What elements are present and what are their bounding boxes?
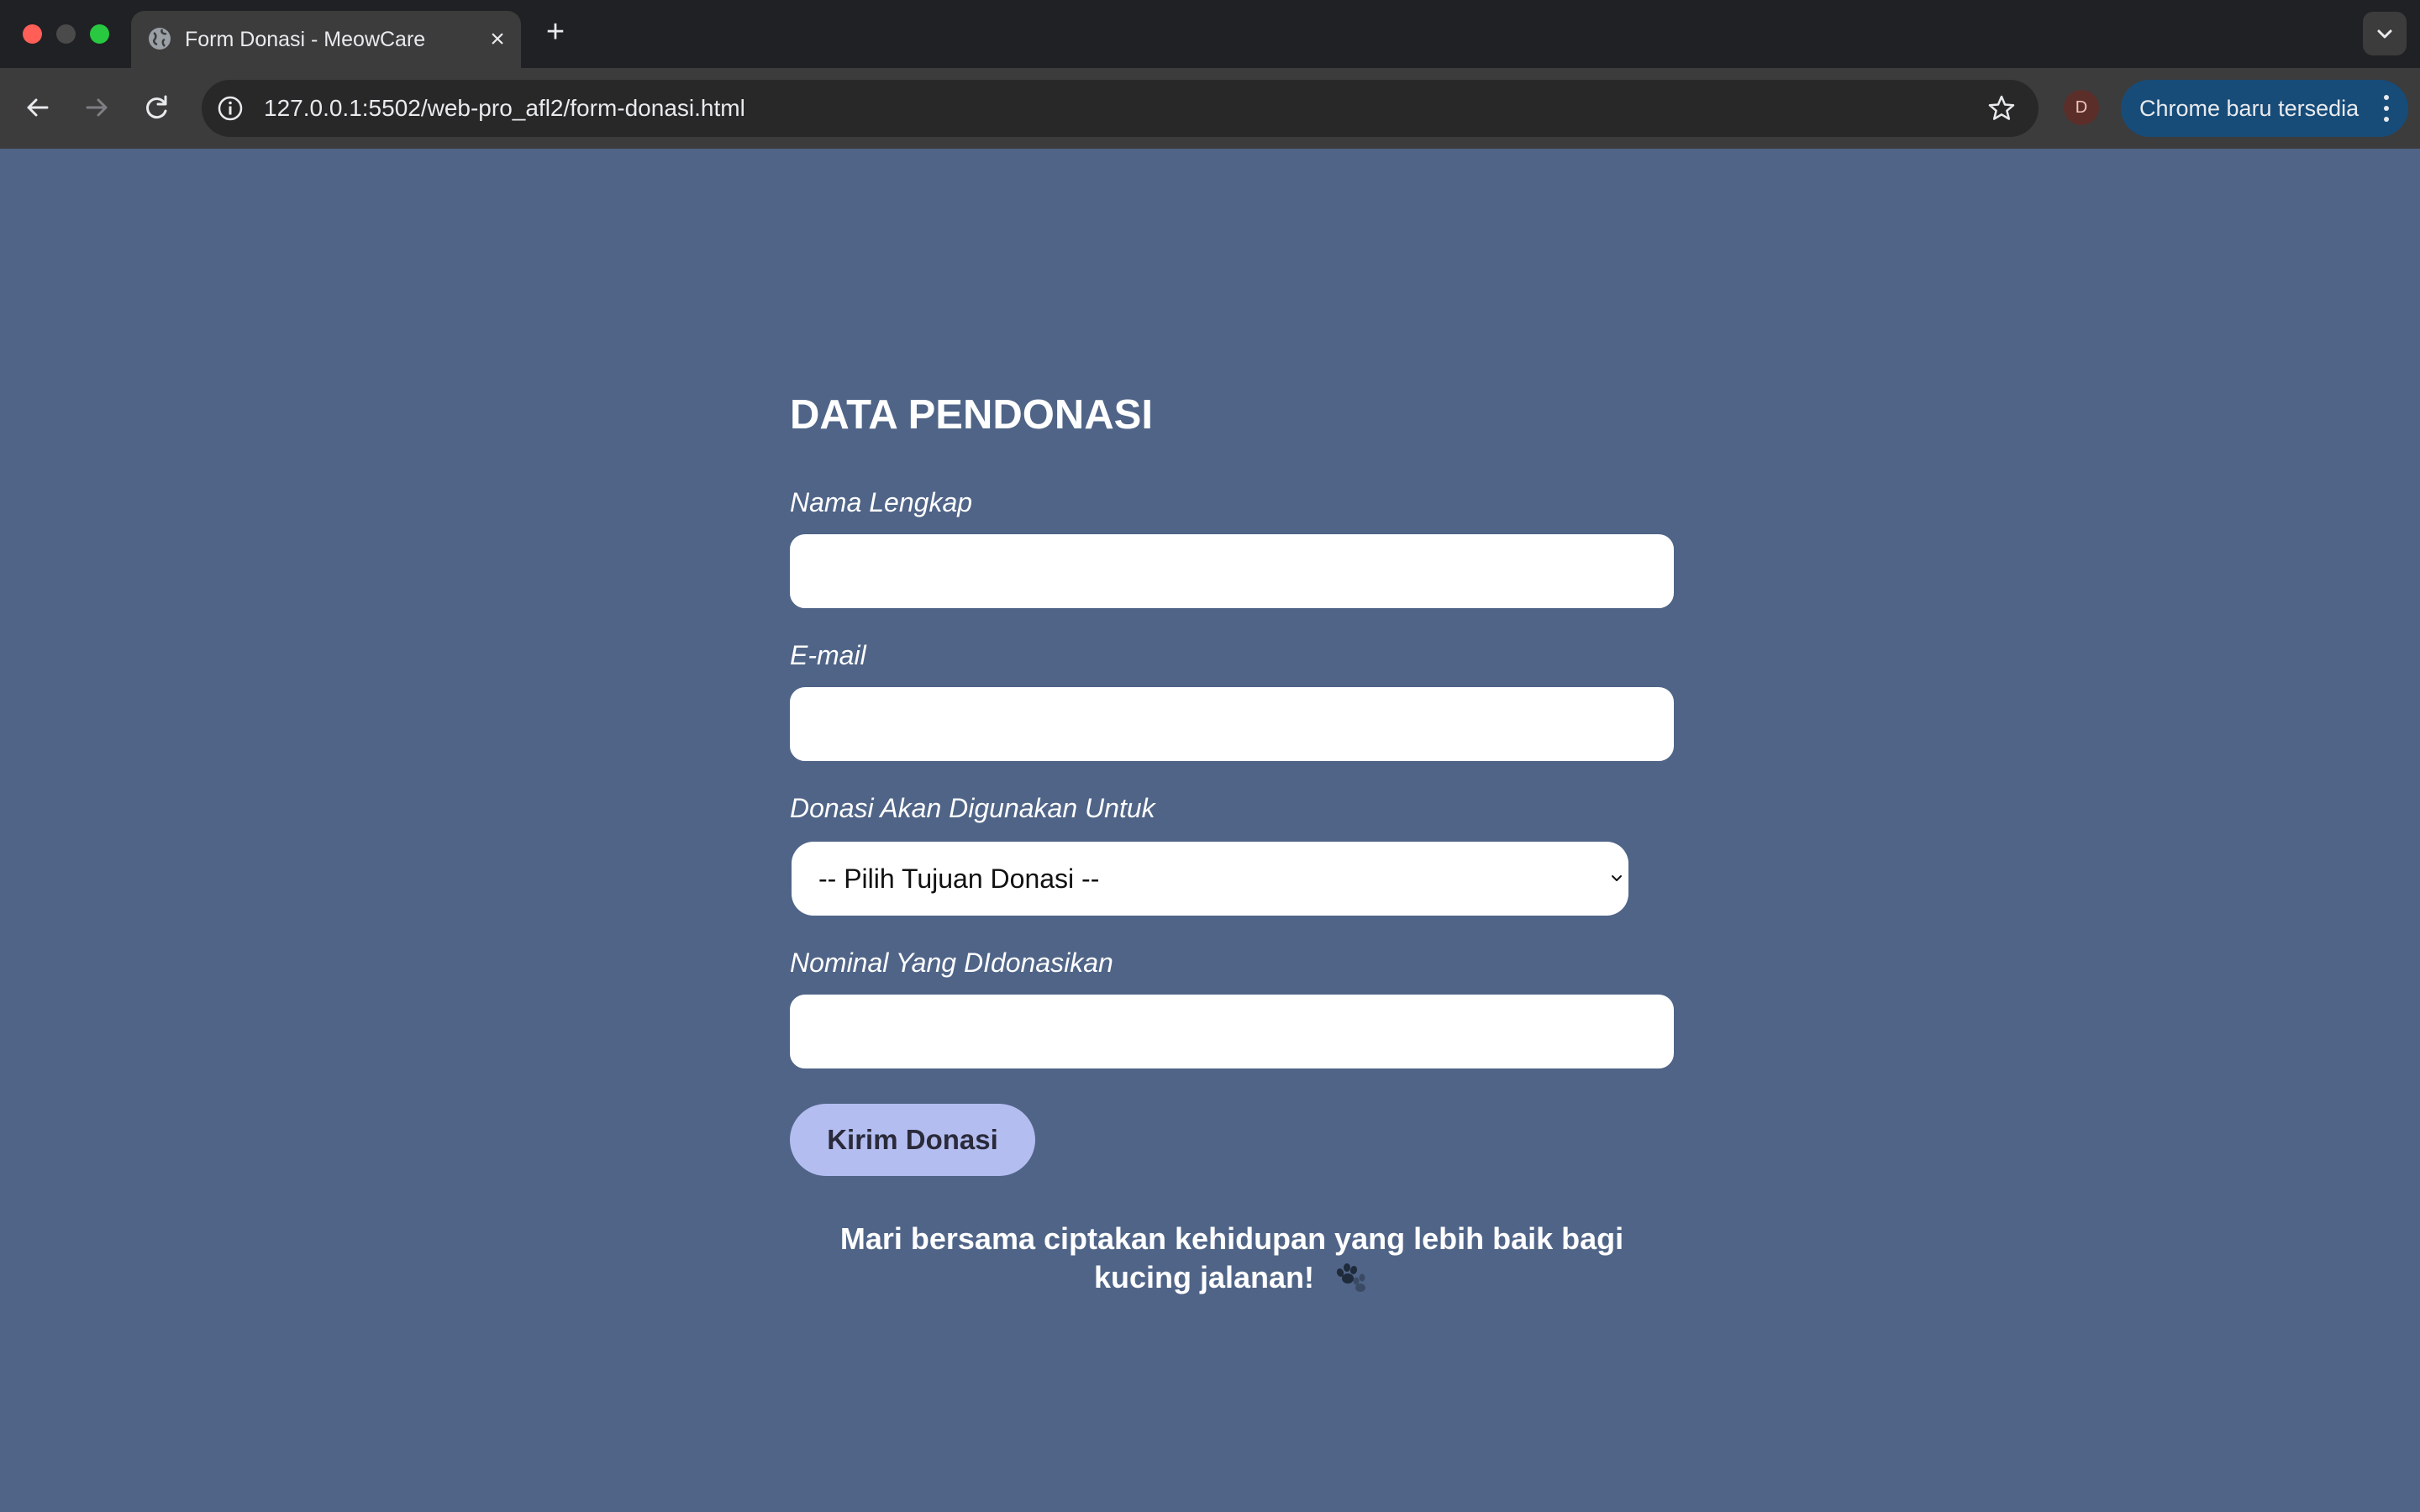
reload-icon[interactable] <box>136 87 178 129</box>
address-url: 127.0.0.1:5502/web-pro_afl2/form-donasi.… <box>264 95 745 121</box>
more-menu-icon[interactable] <box>2383 95 2390 122</box>
window-maximize-button[interactable] <box>90 24 109 44</box>
window-close-button[interactable] <box>23 24 42 44</box>
full-name-input[interactable] <box>790 534 1674 608</box>
globe-icon <box>149 28 171 50</box>
tab-title: Form Donasi - MeowCare <box>185 28 426 51</box>
tab-close-icon[interactable]: × <box>486 27 509 52</box>
tagline-text: Mari bersama ciptakan kehidupan yang leb… <box>790 1220 1674 1297</box>
tab-search-button[interactable] <box>2363 12 2407 55</box>
donation-amount-input[interactable] <box>790 995 1674 1068</box>
window-minimize-button[interactable] <box>56 24 76 44</box>
paw-icon <box>1333 1263 1370 1296</box>
new-tab-button[interactable]: + <box>540 16 571 48</box>
site-info-icon[interactable] <box>215 93 245 123</box>
chevron-down-icon <box>2377 29 2392 39</box>
donation-amount-label: Nominal Yang DIdonasikan <box>790 948 1113 978</box>
submit-donation-label: Kirim Donasi <box>827 1124 998 1155</box>
chrome-update-label: Chrome baru tersedia <box>2139 96 2360 121</box>
browser-toolbar: 127.0.0.1:5502/web-pro_afl2/form-donasi.… <box>0 68 2420 149</box>
form-title: DATA PENDONASI <box>790 392 1153 438</box>
browser-tab-strip: Form Donasi - MeowCare × + <box>0 0 2420 68</box>
submit-donation-button[interactable]: Kirim Donasi <box>790 1104 1035 1176</box>
tagline-label: Mari bersama ciptakan kehidupan yang leb… <box>839 1221 1624 1294</box>
back-arrow-icon[interactable] <box>17 87 59 129</box>
full-name-label: Nama Lengkap <box>790 487 973 517</box>
chevron-down-icon <box>1612 875 1622 881</box>
email-input[interactable] <box>790 687 1674 761</box>
donation-purpose-label: Donasi Akan Digunakan Untuk <box>790 793 1155 823</box>
address-bar[interactable]: 127.0.0.1:5502/web-pro_afl2/form-donasi.… <box>202 80 2039 137</box>
bookmark-star-icon[interactable] <box>1986 93 2017 123</box>
profile-avatar[interactable]: D <box>2064 90 2099 125</box>
forward-arrow-icon[interactable] <box>76 87 118 129</box>
email-label: E-mail <box>790 640 866 670</box>
browser-tab[interactable]: Form Donasi - MeowCare × <box>131 11 521 68</box>
donation-purpose-selected: -- Pilih Tujuan Donasi -- <box>818 864 1100 894</box>
chrome-update-button[interactable]: Chrome baru tersedia <box>2121 80 2408 137</box>
donation-purpose-select[interactable]: -- Pilih Tujuan Donasi -- <box>792 842 1628 916</box>
